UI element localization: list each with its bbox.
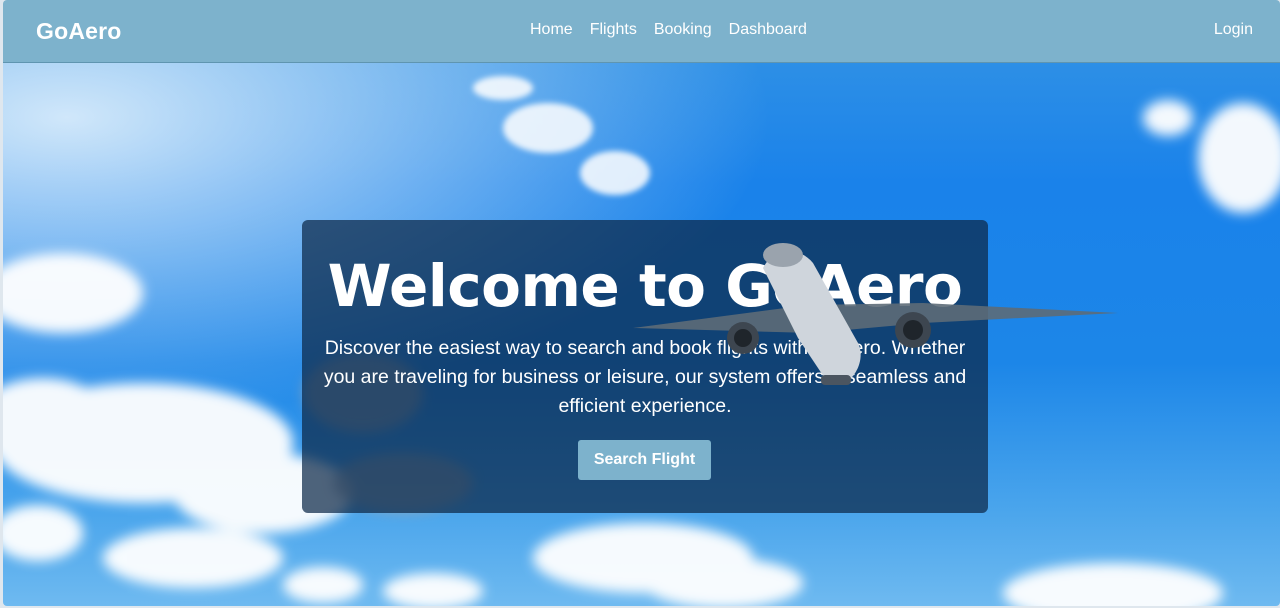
hero-title: Welcome to GoAero	[327, 252, 963, 320]
search-flight-button[interactable]: Search Flight	[578, 440, 711, 480]
nav-link-flights[interactable]: Flights	[590, 21, 637, 39]
navbar: GoAero Home Flights Booking Dashboard Lo…	[3, 0, 1280, 63]
hero-description: Discover the easiest way to search and b…	[323, 337, 967, 417]
brand-logo[interactable]: GoAero	[36, 18, 122, 45]
page-frame: GoAero Home Flights Booking Dashboard Lo…	[3, 0, 1280, 606]
welcome-panel: Welcome to GoAero Discover the easiest w…	[302, 220, 988, 513]
nav-link-dashboard[interactable]: Dashboard	[729, 21, 807, 39]
nav-link-booking[interactable]: Booking	[654, 21, 712, 39]
login-link[interactable]: Login	[1214, 21, 1253, 39]
nav-link-home[interactable]: Home	[530, 21, 573, 39]
nav-links: Home Flights Booking Dashboard	[530, 21, 807, 39]
hero-section: Welcome to GoAero Discover the easiest w…	[3, 63, 1280, 606]
